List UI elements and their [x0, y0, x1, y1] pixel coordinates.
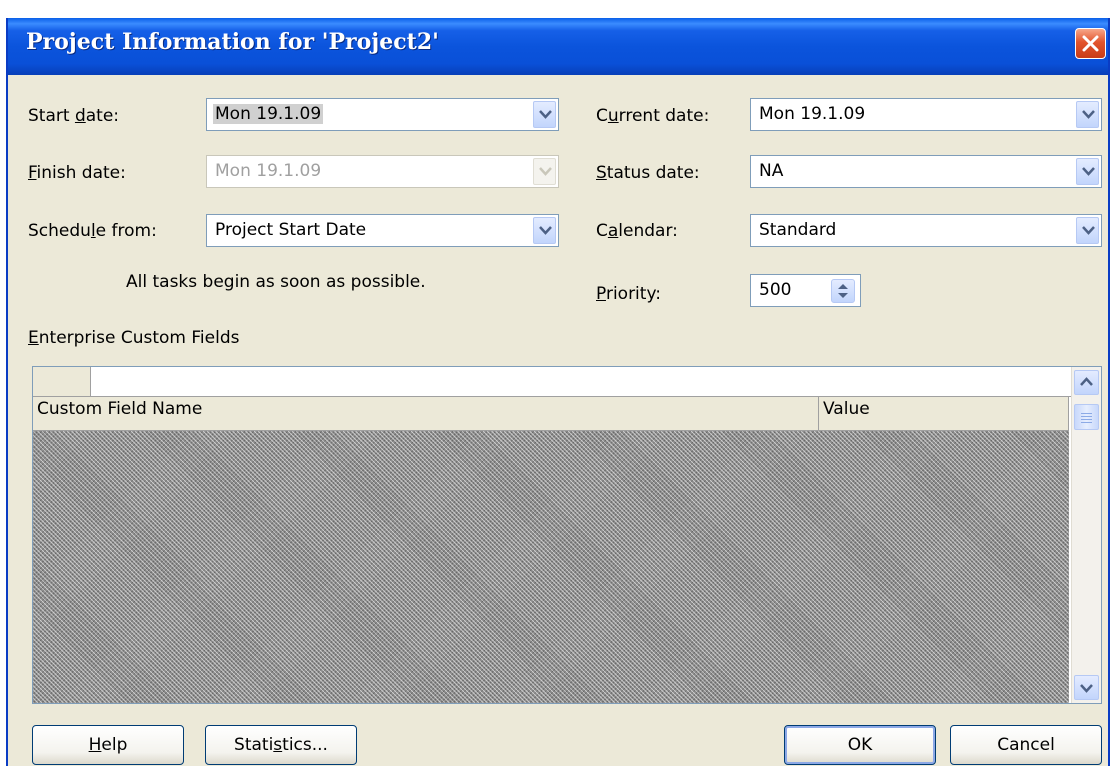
chevron-down-icon [539, 226, 552, 235]
column-header-custom-field-name[interactable]: Custom Field Name [33, 397, 819, 431]
schedule-from-value: Project Start Date [215, 220, 367, 240]
finish-date-dropdown-button [533, 158, 556, 185]
chevron-down-icon [539, 167, 552, 176]
title-bar[interactable]: Project Information for 'Project2' [8, 18, 1108, 75]
start-date-dropdown-button[interactable] [533, 101, 556, 128]
finish-date-dropdown: Mon 19.1.09 [206, 155, 559, 188]
grid-entry-bar[interactable] [91, 367, 1101, 397]
current-date-dropdown-button[interactable] [1076, 101, 1099, 128]
calendar-label: Calendar: [596, 221, 678, 241]
help-button[interactable]: Help [32, 725, 184, 765]
scroll-up-button[interactable] [1074, 370, 1099, 395]
chevron-down-icon [1082, 226, 1095, 235]
cancel-button[interactable]: Cancel [950, 725, 1102, 765]
status-date-dropdown-button[interactable] [1076, 158, 1099, 185]
ok-button[interactable]: OK [784, 725, 936, 765]
schedule-from-dropdown[interactable]: Project Start Date [206, 214, 559, 247]
finish-date-value: Mon 19.1.09 [215, 161, 322, 181]
enterprise-custom-fields-label: Enterprise Custom Fields [28, 328, 240, 348]
start-date-label: Start date: [28, 106, 120, 126]
current-date-dropdown[interactable]: Mon 19.1.09 [750, 98, 1102, 131]
calendar-dropdown-button[interactable] [1076, 217, 1099, 244]
close-icon [1082, 35, 1099, 52]
project-information-dialog: Project Information for 'Project2' Start… [6, 18, 1110, 766]
statistics-button[interactable]: Statistics... [205, 725, 357, 765]
scroll-down-button[interactable] [1074, 675, 1099, 700]
chevron-down-icon [539, 110, 552, 119]
grid-empty-area [33, 431, 1069, 703]
current-date-value: Mon 19.1.09 [759, 104, 866, 124]
status-date-value: NA [759, 161, 784, 181]
priority-spin-button[interactable] [831, 279, 855, 303]
schedule-from-label: Schedule from: [28, 221, 157, 241]
start-date-dropdown[interactable]: Mon 19.1.09 [206, 98, 559, 131]
up-down-spinner-icon [838, 284, 848, 298]
priority-value: 500 [759, 280, 792, 300]
current-date-label: Current date: [596, 106, 710, 126]
enterprise-custom-fields-grid[interactable]: Custom Field Name Value [32, 366, 1102, 704]
priority-label: Priority: [596, 284, 661, 304]
schedule-note: All tasks begin as soon as possible. [126, 272, 426, 292]
vertical-scrollbar[interactable] [1071, 367, 1101, 703]
chevron-down-icon [1080, 684, 1093, 693]
finish-date-label: Finish date: [28, 163, 126, 183]
dialog-title: Project Information for 'Project2' [26, 29, 439, 55]
chevron-up-icon [1080, 377, 1093, 386]
close-button[interactable] [1075, 28, 1106, 59]
status-date-label: Status date: [596, 163, 700, 183]
column-header-value[interactable]: Value [819, 397, 1069, 431]
chevron-down-icon [1082, 167, 1095, 176]
status-date-dropdown[interactable]: NA [750, 155, 1102, 188]
calendar-dropdown[interactable]: Standard [750, 214, 1102, 247]
chevron-down-icon [1082, 110, 1095, 119]
calendar-value: Standard [759, 220, 837, 240]
schedule-from-dropdown-button[interactable] [533, 217, 556, 244]
grid-corner [33, 367, 91, 397]
priority-spinner[interactable]: 500 [750, 274, 861, 307]
start-date-value: Mon 19.1.09 [213, 104, 324, 124]
scroll-thumb[interactable] [1074, 404, 1099, 430]
